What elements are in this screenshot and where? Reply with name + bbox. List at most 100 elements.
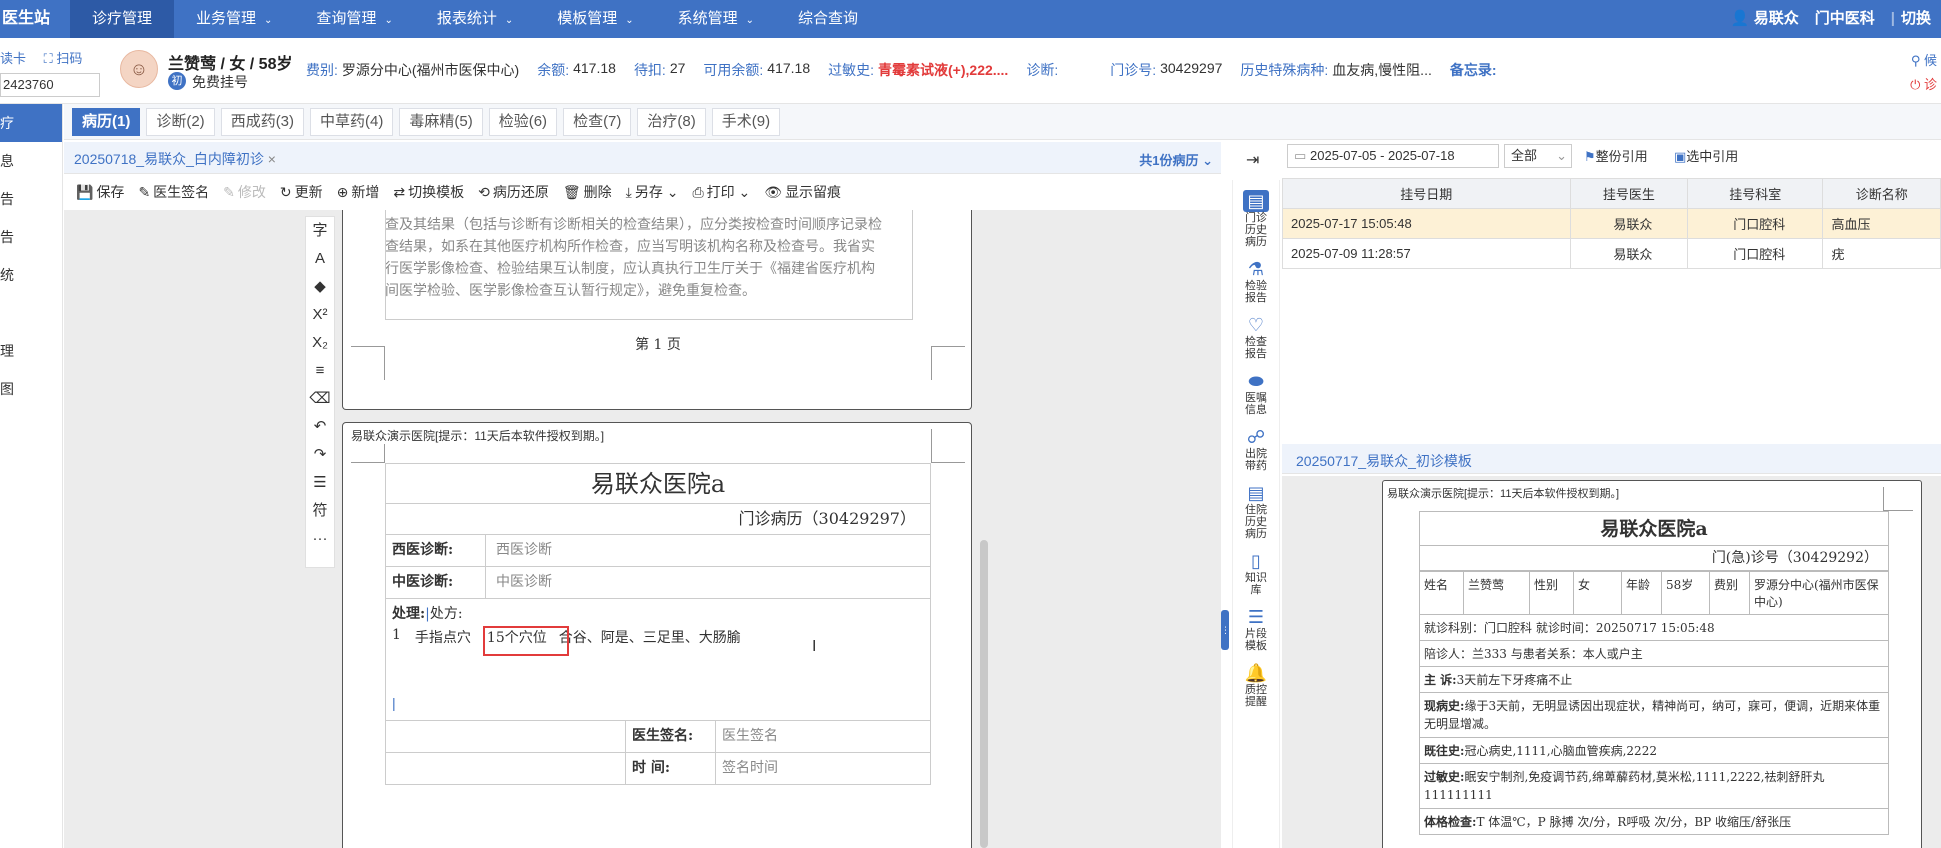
table-row[interactable]: 2025-07-09 11:28:57 易联众 门口腔科疣	[1282, 238, 1941, 269]
sidebar-item[interactable]: 告	[0, 180, 62, 218]
toolbar-button[interactable]: ⇄ 切换模板	[393, 182, 464, 202]
quote-all-button[interactable]: ⚑整份引用	[1584, 146, 1648, 165]
menu-item[interactable]: 业务管理 ⌄	[174, 0, 294, 38]
record-tab[interactable]: 中草药(4)	[310, 107, 394, 136]
record-tab[interactable]: 手术(9)	[711, 107, 781, 136]
preview-age: 58岁	[1661, 571, 1710, 615]
toolbar-button[interactable]: ⎙ 打印 ⌄	[692, 182, 750, 202]
indent-icon[interactable]: ⇥	[1246, 150, 1259, 170]
right-tool[interactable]: ♡ 检查报告	[1233, 314, 1279, 360]
sidebar-item[interactable]: 息	[0, 142, 62, 180]
balance-label: 余额:	[537, 62, 570, 78]
treatment-area[interactable]: 处理:|处方: 1 手指点穴 15个穴位 合谷、阿是、三足里、大肠腧 |	[385, 599, 931, 721]
toolbar-button[interactable]: ↻ 更新	[280, 182, 323, 202]
end-visit-button[interactable]: ⏻ 诊	[1910, 74, 1937, 93]
right-tool[interactable]: ▯ 知识库	[1233, 550, 1279, 596]
date-range-input[interactable]: ▭ 2025-07-05 - 2025-07-18	[1287, 144, 1499, 168]
right-tool[interactable]: ☰ 片段模板	[1233, 606, 1279, 652]
read-card-button[interactable]: 读卡	[0, 51, 26, 66]
refresh-icon: ↻	[279, 184, 292, 200]
toolbar-button-label: 更新	[294, 184, 323, 200]
switch-button[interactable]: 切换	[1901, 0, 1931, 38]
format-tool[interactable]: ◆	[306, 273, 334, 301]
panel-splitter[interactable]: ⋮	[1221, 610, 1230, 650]
history-value[interactable]: 血友病,慢性阻...	[1332, 60, 1432, 80]
preview-record: 易联众医院a 门(急)诊号（30429292） 姓名 兰赞莺 性别 女 年龄 5…	[1419, 511, 1889, 835]
sidebar-item[interactable]: 告	[0, 218, 62, 256]
record-tab[interactable]: 病历(1)	[72, 107, 141, 136]
table-row[interactable]: 2025-07-17 15:05:48 易联众 门口腔科 高血压	[1282, 208, 1941, 239]
right-tool[interactable]: ⚗ 检验报告	[1233, 258, 1279, 304]
chevron-down-icon: ⌄	[745, 15, 755, 26]
record-tab[interactable]: 检验(6)	[488, 107, 558, 136]
sidebar-item[interactable]: 图	[0, 370, 62, 408]
toolbar-button[interactable]: 🗑 删除	[563, 182, 612, 202]
format-tool[interactable]: ···	[306, 525, 334, 553]
menu-item[interactable]: 查询管理 ⌄	[294, 0, 414, 38]
card-number-input[interactable]: 2423760	[0, 73, 100, 97]
fee-label: 费别:	[306, 62, 338, 78]
toolbar-button[interactable]: ✎ 医生签名	[138, 182, 209, 202]
format-tool[interactable]: ↶	[306, 413, 334, 441]
memo-label[interactable]: 备忘录:	[1450, 60, 1497, 80]
right-tool[interactable]: ▤ 门诊历史病历	[1233, 190, 1279, 248]
doc-tab[interactable]: 20250718_易联众_白内障初诊 ×	[74, 149, 276, 169]
format-tool[interactable]: ↷	[306, 441, 334, 469]
eye-icon: 👁	[764, 184, 783, 200]
wait-button[interactable]: ⚲ 候	[1911, 50, 1937, 69]
sidebar-item[interactable]: 统	[0, 256, 62, 294]
editor-scrollbar[interactable]	[980, 540, 988, 848]
format-tool[interactable]: ☰	[306, 469, 334, 497]
preview-exam-value: T 体温℃，P 脉搏 次/分，R呼吸 次/分，BP 收缩压/舒张压	[1476, 815, 1792, 829]
record-tab[interactable]: 毒麻精(5)	[399, 107, 483, 136]
preview-age-label: 年龄	[1621, 571, 1662, 615]
menu-item[interactable]: 报表统计 ⌄	[415, 0, 535, 38]
quote-selected-button[interactable]: ▣选中引用	[1674, 146, 1738, 165]
record-tab[interactable]: 诊断(2)	[146, 107, 215, 136]
toolbar-button-label: 删除	[583, 184, 612, 200]
right-tool[interactable]: ⬬ 医嘱信息	[1233, 370, 1279, 416]
toolbar-button[interactable]: 💾 保存	[76, 182, 124, 202]
menu-item[interactable]: 诊疗管理	[70, 0, 175, 38]
format-tool[interactable]: 符	[306, 497, 334, 525]
user-name[interactable]: 👤 易联众	[1731, 0, 1799, 38]
sidebar-item[interactable]: 理	[0, 332, 62, 370]
type-select[interactable]: 全部 ⌄	[1504, 144, 1572, 168]
preview-tab-title[interactable]: 20250717_易联众_初诊模板	[1296, 451, 1472, 471]
format-tool[interactable]: ⌫	[306, 385, 334, 413]
allergy-value[interactable]: 青霉素试液(+),222....	[878, 60, 1008, 80]
menu-item[interactable]: 模板管理 ⌄	[535, 0, 655, 38]
format-tool[interactable]: 字	[306, 217, 334, 245]
right-tool[interactable]: ☍ 出院带药	[1233, 426, 1279, 472]
sidebar-item[interactable]	[0, 294, 62, 332]
toolbar-button[interactable]: ⊕ 新增	[337, 182, 380, 202]
format-tool[interactable]: X²	[306, 301, 334, 329]
toolbar-button[interactable]: ⤓ 另存 ⌄	[626, 182, 679, 202]
record-tab[interactable]: 西成药(3)	[220, 107, 305, 136]
menu-item[interactable]: 系统管理 ⌄	[656, 0, 776, 38]
toolbar-button[interactable]: 👁 显示留痕	[764, 182, 841, 202]
scan-button[interactable]: ⛶ 扫码	[44, 51, 83, 66]
chevron-down-icon: ⌄	[264, 15, 273, 26]
dept-name[interactable]: 门中医科	[1815, 0, 1875, 38]
preview-allergy: 过敏史:眠安宁制剂,免疫调节药,绵萆薢药材,莫米松,1111,2222,祛刺舒肝…	[1419, 764, 1889, 809]
prescription-label: 处方:	[429, 606, 463, 622]
format-tool[interactable]: A	[306, 245, 334, 273]
record-tab[interactable]: 治疗(8)	[637, 107, 706, 136]
sign-time-field[interactable]: 签名时间	[716, 753, 930, 784]
right-tool[interactable]: 🔔 质控提醒	[1233, 662, 1279, 708]
preview-area: 易联众演示医院[提示：11天后本软件授权到期。] 易联众医院a 门(急)诊号（3…	[1282, 476, 1941, 848]
toolbar-button[interactable]: ⟲ 病历还原	[478, 182, 549, 202]
record-tab[interactable]: 检查(7)	[563, 107, 632, 136]
record-count-dropdown[interactable]: 共1份病历 ⌄	[1139, 150, 1213, 169]
west-diag-input[interactable]: 西医诊断	[486, 535, 930, 566]
doctor-sign-field[interactable]: 医生签名	[716, 721, 930, 752]
format-tool[interactable]: ≡	[306, 357, 334, 385]
format-tool[interactable]: X₂	[306, 329, 334, 357]
right-tool[interactable]: ▤ 住院历史病历	[1233, 482, 1279, 540]
menu-item[interactable]: 综合查询	[776, 0, 880, 38]
tcm-diag-input[interactable]: 中医诊断	[486, 567, 930, 598]
close-icon[interactable]: ×	[268, 151, 276, 167]
sidebar-item[interactable]: 疗	[0, 104, 62, 142]
user-area: 👤 易联众 门中医科 | 切换	[1715, 0, 1931, 38]
